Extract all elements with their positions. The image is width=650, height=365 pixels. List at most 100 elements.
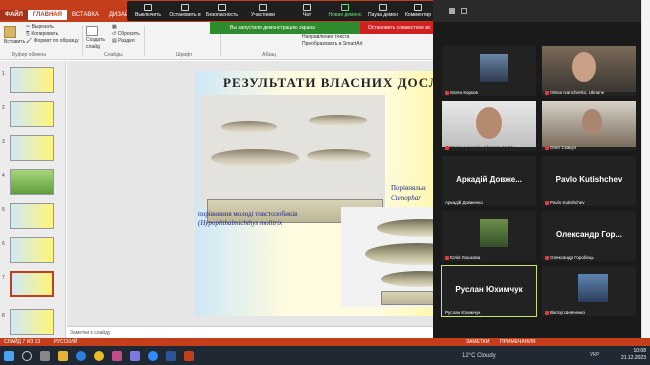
slide-compare-text[interactable]: Порівняльн Ctenophar <box>391 183 426 203</box>
reset-button[interactable]: ↺ Сбросить <box>112 31 140 38</box>
tab-insert[interactable]: ВСТАВКА <box>67 10 104 20</box>
slide-thumbnail-selected[interactable] <box>10 271 54 297</box>
format-painter-button[interactable]: 🖌 Формат по образцу <box>26 38 79 45</box>
mic-muted-icon <box>545 145 549 150</box>
annotate-label: Комментир <box>405 12 431 18</box>
status-bar: СЛАЙД 7 ИЗ 13 РУССКИЙ ЗАМЕТКИ ПРИМЕЧАНИЯ <box>0 338 650 346</box>
powerpoint-icon[interactable] <box>184 350 194 361</box>
thumb-number: 5 <box>2 207 5 213</box>
participant-tile[interactable]: Olena Ivanchenko, Ukraine <box>541 45 637 97</box>
slide-thumbnail[interactable] <box>10 203 54 229</box>
participant-display-name: Руслан Юхимчук <box>455 285 523 294</box>
people-icon <box>259 4 267 11</box>
paste-label: Вставить <box>4 39 26 45</box>
paragraph-group-label: Абзац <box>262 52 277 58</box>
mic-muted-icon <box>445 90 449 95</box>
participant-tile[interactable]: Олег Скакун <box>541 100 637 152</box>
weather-widget[interactable]: 12°C Cloudy <box>462 353 496 359</box>
section-button[interactable]: ▤ Раздел <box>112 38 140 45</box>
paste-button[interactable]: Вставить <box>4 26 25 46</box>
notes-pane[interactable]: Заметки к слайду <box>67 326 433 338</box>
participant-name-text: Юлія Лошкова <box>450 255 481 260</box>
share-screen-icon <box>341 4 349 11</box>
search-icon[interactable] <box>22 350 32 361</box>
security-button[interactable]: Безопасность <box>205 1 239 21</box>
new-slide-button[interactable]: Создать слайд <box>86 26 108 51</box>
chat-button[interactable]: Чат <box>295 1 319 21</box>
tab-file[interactable]: ФАЙЛ <box>0 10 28 20</box>
notes-placeholder: Заметки к слайду <box>70 330 111 336</box>
zoom-icon[interactable] <box>148 350 158 361</box>
stop-video-button[interactable]: Остановить в <box>167 1 203 21</box>
language-indicator[interactable]: РУССКИЙ <box>54 339 78 345</box>
edge-icon[interactable] <box>76 350 86 361</box>
participant-tile[interactable]: Віктор Шевченко <box>541 265 637 317</box>
slide-thumbnail[interactable] <box>10 237 54 263</box>
participant-photo <box>480 219 508 247</box>
cut-button[interactable]: ✂ Вырезать <box>26 24 79 31</box>
comments-toggle-button[interactable]: ПРИМЕЧАНИЯ <box>500 338 536 346</box>
vertical-scrollbar[interactable] <box>641 0 650 340</box>
slide-counter: СЛАЙД 7 ИЗ 13 <box>4 339 41 345</box>
participant-tile[interactable]: Олександр Гор... Олександр Горобець <box>541 210 637 262</box>
file-explorer-icon[interactable] <box>58 350 68 361</box>
slide-thumbnail[interactable] <box>10 67 54 93</box>
slide-thumbnail[interactable] <box>10 101 54 127</box>
language-switch[interactable]: УКР <box>590 352 599 358</box>
slide-caption[interactable]: порівняння молоді товстолобиків (Hypopht… <box>198 210 297 228</box>
tab-home[interactable]: ГЛАВНАЯ <box>27 10 67 20</box>
weather-text: 12°C Cloudy <box>462 353 496 359</box>
cut-label: Вырезать <box>31 24 54 30</box>
participant-name: Євген Корков <box>445 90 478 95</box>
thumb-number: 3 <box>2 139 5 145</box>
thumb-number: 6 <box>2 241 5 247</box>
task-view-icon[interactable] <box>40 350 50 361</box>
slide-thumbnail[interactable] <box>10 169 54 195</box>
participant-name-text: Євген Корков <box>450 90 478 95</box>
pause-icon <box>379 4 387 11</box>
pause-share-button[interactable]: Пауза демон <box>365 1 401 21</box>
smartart-button[interactable]: Преобразовать в SmartArt <box>302 41 363 48</box>
chat-icon <box>303 4 311 11</box>
new-share-button[interactable]: Новая демонс <box>327 1 363 21</box>
layout-button[interactable]: ▦ <box>112 24 140 31</box>
caption-line-1: порівняння молоді товстолобиків <box>198 210 298 218</box>
fish-photo-1[interactable] <box>199 95 385 223</box>
chrome-icon[interactable] <box>94 350 104 361</box>
notes-toggle-button[interactable]: ЗАМЕТКИ <box>466 338 489 346</box>
slide-title[interactable]: РЕЗУЛЬТАТИ ВЛАСНИХ ДОСЛІД <box>223 75 456 91</box>
annotate-button[interactable]: Комментир <box>403 1 433 21</box>
participants-button[interactable]: Участники <box>245 1 281 21</box>
mute-button[interactable]: Выключить <box>131 1 165 21</box>
stop-share-button[interactable]: Остановить совместное ис <box>360 22 436 34</box>
text-direction-button[interactable]: Направление текста <box>302 34 349 41</box>
grid-view-icon[interactable] <box>449 8 455 14</box>
smartart-label: Преобразовать в SmartArt <box>302 41 363 47</box>
slide-thumbnail[interactable] <box>10 135 54 161</box>
mic-muted-icon <box>545 255 549 260</box>
clock[interactable]: 10:08 21.12.2023 <box>621 348 646 362</box>
participant-tile[interactable]: Євген Корков <box>441 45 537 97</box>
teams-icon[interactable] <box>130 350 140 361</box>
mute-label: Выключить <box>134 12 162 18</box>
windows-start-icon[interactable] <box>4 350 14 361</box>
zoom-gallery-view: Євген Корков Olena Ivanchenko, Ukraine S… <box>433 0 641 340</box>
word-icon[interactable] <box>166 350 176 361</box>
participant-tile[interactable]: Юлія Лошкова <box>441 210 537 262</box>
speaker-view-icon[interactable] <box>461 8 467 14</box>
participant-name-text: Pavlo Kutishchev <box>550 200 585 205</box>
copy-button[interactable]: ⎘ Копировать <box>26 31 79 38</box>
stop-video-label: Остановить в <box>169 12 201 18</box>
participant-tile[interactable]: Sergiy Lavrenko Kherson SAEU <box>441 100 537 152</box>
participant-name: Олег Скакун <box>545 145 576 150</box>
clipboard-group-label: Буфер обмена <box>12 52 46 58</box>
viber-icon[interactable] <box>112 350 122 361</box>
participant-photo <box>480 54 508 82</box>
slide-thumbnail[interactable] <box>10 309 54 335</box>
participant-tile-active-speaker[interactable]: Руслан Юхимчук Руслан Юхимчук <box>441 265 537 317</box>
participant-tile[interactable]: Pavlo Kutishchev Pavlo Kutishchev <box>541 155 637 207</box>
new-slide-icon <box>86 26 98 36</box>
thumb-number: 7 <box>2 275 5 281</box>
participant-tile[interactable]: Аркадій Довже... Аркадій Довженко <box>441 155 537 207</box>
compare-line-2: Ctenophar <box>391 194 421 202</box>
